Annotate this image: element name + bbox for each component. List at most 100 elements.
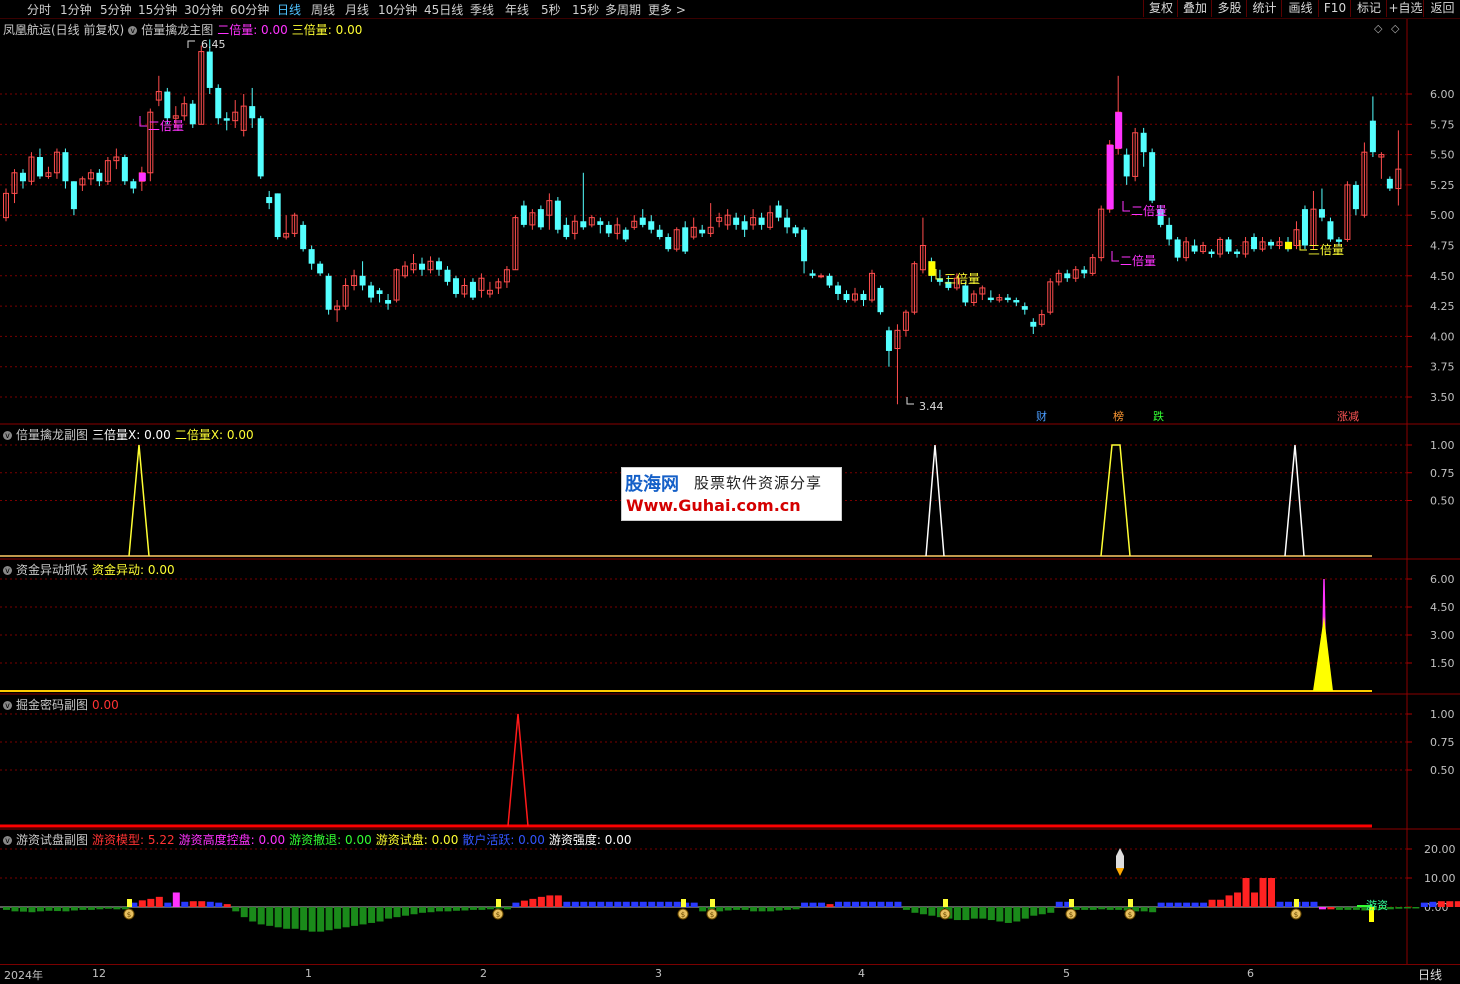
toolbar-button-0[interactable]: 复权 — [1143, 0, 1178, 17]
indicator-toggle-icon[interactable]: v — [128, 26, 138, 35]
candle-body-down — [164, 91, 171, 119]
timeframe-8[interactable]: 月线 — [345, 1, 369, 18]
indicator-field-0: 三倍量X: 0.00 — [92, 428, 171, 442]
candle-body-down — [70, 181, 77, 210]
timeframe-6[interactable]: 日线 — [277, 1, 301, 18]
rocket-flame-icon — [1116, 868, 1124, 876]
strength-bar — [317, 907, 325, 932]
toolbar-button-4[interactable]: 画线 — [1281, 0, 1319, 17]
candle-body-down — [121, 157, 128, 182]
indicator-toggle-icon[interactable]: v — [3, 701, 12, 710]
strength-bar — [1412, 907, 1420, 909]
timeframe-1[interactable]: 1分钟 — [60, 1, 92, 18]
strength-bar — [1225, 895, 1233, 907]
sub4-indicator-name: 游资试盘副图 — [16, 833, 89, 847]
date-tick: 5 — [1063, 967, 1070, 980]
volume-signal-candle — [1106, 144, 1114, 210]
candle-body-down — [96, 172, 103, 182]
timeframe-13[interactable]: 5秒 — [541, 1, 561, 18]
timeframe-12[interactable]: 年线 — [505, 1, 529, 18]
strength-bar — [631, 901, 639, 907]
strength-bar — [537, 896, 545, 907]
timeframe-4[interactable]: 30分钟 — [184, 1, 223, 18]
indicator-toggle-icon[interactable]: v — [3, 836, 12, 845]
diamond-icon[interactable]: ◇ — [1391, 22, 1399, 35]
timeframe-16[interactable]: 更多 > — [648, 1, 686, 18]
strength-bar — [1318, 907, 1326, 910]
toolbar-button-3[interactable]: 统计 — [1246, 0, 1282, 17]
strength-bar — [283, 907, 291, 929]
sub2-axis-label: 4.50 — [1430, 601, 1455, 614]
price-axis-label: 4.75 — [1430, 240, 1455, 253]
toolbar-button-1[interactable]: 叠加 — [1177, 0, 1212, 17]
strength-bar — [419, 907, 427, 913]
timeframe-15[interactable]: 多周期 — [605, 1, 641, 18]
volume-signal-candle — [1284, 241, 1292, 250]
candle-body-down — [257, 118, 264, 177]
strength-bar — [809, 902, 817, 907]
toolbar-button-8[interactable]: 返回 — [1423, 0, 1460, 17]
strength-bar — [503, 907, 511, 910]
candle-body-down — [809, 273, 816, 276]
sub1-axis-label: 0.75 — [1430, 467, 1455, 480]
strength-bar — [970, 907, 978, 919]
indicator-toggle-icon[interactable]: v — [3, 566, 12, 575]
candle-body-down — [62, 152, 69, 182]
candle-body-down — [605, 224, 612, 234]
toolbar-button-2[interactable]: 多股 — [1211, 0, 1247, 17]
candle-body-up — [818, 275, 825, 278]
candle-body-down — [206, 51, 213, 88]
strength-bar — [1259, 878, 1267, 907]
trial-bar — [1128, 899, 1133, 907]
strength-bar — [885, 901, 893, 907]
timeframe-10[interactable]: 45日线 — [424, 1, 463, 18]
indicator-field-5: 游资强度: 0.00 — [548, 833, 632, 847]
sub2-indicator-name: 资金异动抓妖 — [16, 563, 89, 577]
strength-bar — [393, 907, 401, 918]
candle-body-down — [682, 227, 689, 252]
timeframe-7[interactable]: 周线 — [311, 1, 335, 18]
sub2-axis-label: 6.00 — [1430, 573, 1455, 586]
strength-bar — [962, 907, 970, 921]
timeframe-0[interactable]: 分时 — [27, 1, 51, 18]
high-price-label: 6.45 — [201, 38, 226, 51]
candle-body-down — [656, 229, 663, 238]
strength-bar — [665, 901, 673, 907]
timeframe-9[interactable]: 10分钟 — [378, 1, 417, 18]
indicator-toggle-icon[interactable]: v — [3, 431, 12, 440]
volume-annotation: 三倍量 — [944, 271, 980, 286]
timeframe-2[interactable]: 5分钟 — [100, 1, 132, 18]
strength-bar — [1437, 901, 1445, 907]
strength-bar — [1276, 901, 1284, 907]
candle-body-down — [877, 287, 884, 313]
strength-bar — [605, 901, 613, 907]
strength-bar — [181, 901, 189, 907]
price-axis-label: 5.00 — [1430, 209, 1455, 222]
strength-bar — [147, 898, 155, 907]
toolbar-button-7[interactable]: +自选 — [1386, 0, 1424, 17]
candle-body-down — [1174, 239, 1181, 258]
strength-bar — [1454, 901, 1460, 907]
timeframe-11[interactable]: 季线 — [470, 1, 494, 18]
strength-bar — [1200, 902, 1208, 907]
strength-bar — [495, 907, 503, 909]
strength-bar — [1021, 907, 1029, 919]
candle-body-down — [741, 221, 748, 230]
strength-bar — [385, 907, 393, 919]
candle-body-down — [758, 217, 765, 225]
strength-bar — [1446, 901, 1454, 907]
sub3-panel-title: v 掘金密码副图 0.00 — [3, 696, 127, 713]
candle-body-down — [801, 229, 808, 262]
toolbar-button-6[interactable]: 标记 — [1350, 0, 1387, 17]
candle-body-down — [469, 281, 476, 298]
timeframe-3[interactable]: 15分钟 — [138, 1, 177, 18]
strength-bar — [996, 907, 1004, 922]
timeframe-5[interactable]: 60分钟 — [230, 1, 269, 18]
toolbar-button-5[interactable]: F10 — [1318, 0, 1351, 17]
strength-bar — [835, 901, 843, 907]
diamond-icon[interactable]: ◇ — [1374, 22, 1382, 35]
volume-annotation: 二倍量 — [1120, 253, 1156, 268]
strength-bar — [1174, 902, 1182, 907]
timeframe-14[interactable]: 15秒 — [572, 1, 599, 18]
money-bag-symbol: $ — [496, 911, 500, 919]
